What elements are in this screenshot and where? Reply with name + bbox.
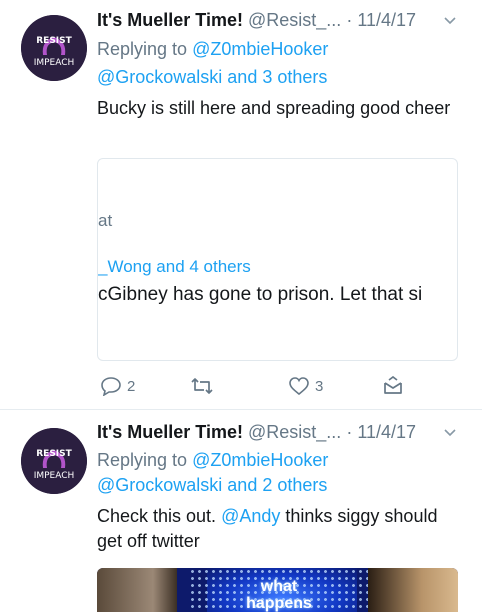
- tweet-text: Check this out. @Andy thinks siggy shoul…: [97, 504, 457, 554]
- replying-to-more: @Grockowalski and 3 others: [97, 67, 327, 88]
- replying-more-link[interactable]: @Grockowalski and 3 others: [97, 67, 327, 87]
- separator-dot: ·: [346, 422, 353, 442]
- replying-to-link[interactable]: @Z0mbieHooker: [192, 39, 328, 59]
- author-handle[interactable]: @Resist_...: [248, 10, 341, 30]
- mention-link[interactable]: @Andy: [221, 506, 280, 526]
- reply-icon: [100, 376, 122, 396]
- tweet-actions: 2 3: [0, 374, 482, 398]
- tweet-header: It's Mueller Time! @Resist_... · 11/4/17: [97, 10, 458, 36]
- quote-text-fragment: cGibney has gone to prison. Let that si: [98, 284, 423, 305]
- tweet-header: It's Mueller Time! @Resist_... · 11/4/17: [97, 422, 458, 448]
- like-icon: [288, 376, 310, 396]
- reply-button[interactable]: 2: [100, 374, 135, 398]
- avatar-text-top: RESIST: [36, 36, 72, 46]
- replying-to: Replying to @Z0mbieHooker: [97, 39, 328, 60]
- avatar[interactable]: RESIST IMPEACH: [21, 428, 87, 494]
- caret-down-icon[interactable]: [442, 424, 458, 440]
- media-person-left: [97, 568, 177, 612]
- tweet-text-start: Check this out.: [97, 506, 222, 526]
- tweet[interactable]: RESIST IMPEACH It's Mueller Time! @Resis…: [0, 0, 482, 410]
- caret-down-icon[interactable]: [442, 12, 458, 28]
- share-button[interactable]: [382, 374, 404, 398]
- replying-to-more: @Grockowalski and 2 others: [97, 475, 327, 496]
- quoted-tweet[interactable]: at _Wong and 4 others cGibney has gone t…: [97, 158, 458, 361]
- author-name[interactable]: It's Mueller Time!: [97, 422, 243, 442]
- like-button[interactable]: 3: [288, 374, 323, 398]
- media-person-right: [368, 568, 458, 612]
- retweet-icon: [190, 376, 214, 396]
- reply-count: 2: [127, 377, 136, 395]
- replying-more-link[interactable]: @Grockowalski and 2 others: [97, 475, 327, 495]
- separator-dot: ·: [346, 10, 353, 30]
- retweet-button[interactable]: [190, 374, 219, 398]
- share-icon: [382, 376, 404, 396]
- tweet-media-image[interactable]: what happens: [97, 568, 458, 612]
- avatar[interactable]: RESIST IMPEACH: [21, 15, 87, 81]
- author-name[interactable]: It's Mueller Time!: [97, 10, 243, 30]
- avatar-text-bottom: IMPEACH: [34, 58, 75, 68]
- avatar-text-bottom: IMPEACH: [34, 471, 75, 481]
- tweet-date[interactable]: 11/4/17: [357, 10, 416, 30]
- replying-to-link[interactable]: @Z0mbieHooker: [192, 450, 328, 470]
- tweet[interactable]: RESIST IMPEACH It's Mueller Time! @Resis…: [0, 411, 482, 612]
- replying-prefix: Replying to: [97, 450, 193, 470]
- quote-replying-fragment[interactable]: _Wong and 4 others: [98, 257, 251, 277]
- tweet-text: Bucky is still here and spreading good c…: [97, 98, 451, 118]
- replying-to: Replying to @Z0mbieHooker: [97, 450, 328, 471]
- avatar-text-top: RESIST: [36, 449, 72, 459]
- author-handle[interactable]: @Resist_...: [248, 422, 341, 442]
- replying-prefix: Replying to: [97, 39, 193, 59]
- quote-handle-fragment: at: [98, 211, 113, 230]
- media-caption: what happens: [246, 578, 312, 612]
- like-count: 3: [315, 377, 324, 395]
- tweet-date[interactable]: 11/4/17: [357, 422, 416, 442]
